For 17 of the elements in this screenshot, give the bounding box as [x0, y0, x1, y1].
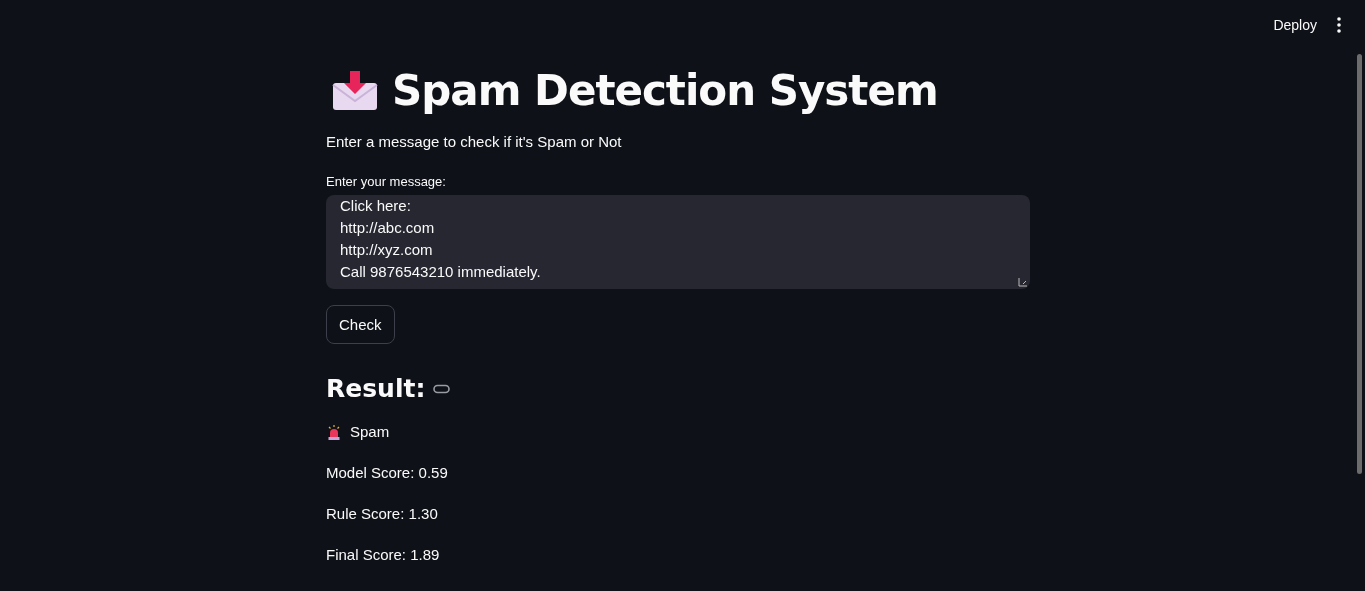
check-button[interactable]: Check [326, 305, 395, 344]
score-text: Rule Score: 1.30 [326, 505, 439, 522]
menu-icon[interactable] [1337, 17, 1341, 33]
verdict-text: Spam [350, 423, 390, 440]
score-text: Model Score: 0.59 [326, 464, 449, 481]
message-field[interactable]: Click here: http://abc.com http://xyz.com Call 9876543210 immediately. [326, 195, 1030, 289]
result-heading: Result: [326, 374, 426, 403]
inbox-envelope-icon [332, 70, 378, 111]
resize-grip-icon[interactable] [1018, 277, 1028, 287]
field-label: Enter your message: [326, 174, 447, 189]
link-icon[interactable] [433, 383, 451, 394]
deploy-button[interactable]: Deploy [1267, 13, 1323, 37]
page-title: Spam Detection System [392, 66, 938, 115]
siren-icon [326, 423, 342, 440]
subtitle: Enter a message to check if it's Spam or Not [326, 133, 623, 150]
score-text: Final Score: 1.89 [326, 546, 441, 563]
scrollbar[interactable] [1357, 54, 1362, 474]
